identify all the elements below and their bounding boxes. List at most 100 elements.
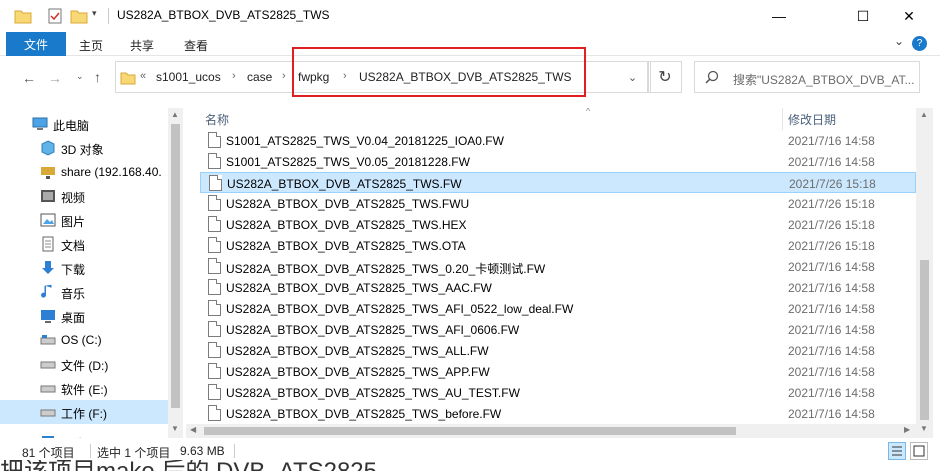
nav-scrollbar[interactable]: ▲ ▼ [168,108,183,438]
file-name: US282A_BTBOX_DVB_ATS2825_TWS_ALL.FW [226,344,489,358]
drive-icon [40,361,56,369]
breadcrumb-s1001-ucos[interactable]: s1001_ucos [156,70,221,84]
file-name: US282A_BTBOX_DVB_ATS2825_TWS.OTA [226,239,466,253]
file-row[interactable]: US282A_BTBOX_DVB_ATS2825_TWS_ALL.FW 2021/… [200,340,916,361]
tab-file[interactable]: 文件 [6,32,66,56]
overflow-chevron-icon[interactable]: « [140,70,146,82]
tab-home[interactable]: 主页 [79,37,103,54]
sidebar-item-label: 图片 [61,215,86,229]
file-row[interactable]: US282A_BTBOX_DVB_ATS2825_TWS.FW 2021/7/26… [200,172,916,193]
sidebar-item-this-pc[interactable]: 此电脑 [0,112,168,136]
column-header-row: ^ 名称 修改日期 [186,108,916,130]
sidebar-item-documents[interactable]: 文档 [0,232,168,256]
sidebar-item-pictures[interactable]: 图片 [0,208,168,232]
file-list-scrollbar-thumb[interactable] [920,260,929,420]
scroll-left-icon[interactable]: ◀ [190,425,196,434]
sidebar-item-label: 音乐 [61,287,86,301]
customize-toolbar-chevron-icon[interactable]: ▾ [92,8,97,26]
file-name: US282A_BTBOX_DVB_ATS2825_TWS.HEX [226,218,467,232]
file-modified-date: 2021/7/16 14:58 [788,365,875,379]
sidebar-item-label: 文档 [61,239,86,253]
file-row[interactable]: US282A_BTBOX_DVB_ATS2825_TWS_AFI_0522_lo… [200,298,916,319]
sidebar-item-3d-objects[interactable]: 3D 对象 [0,136,168,160]
file-row[interactable]: S1001_ATS2825_TWS_V0.05_20181228.FW 2021/… [200,151,916,172]
column-header-name[interactable]: 名称 [205,111,229,128]
column-divider[interactable] [782,108,783,130]
file-row[interactable]: S1001_ATS2825_TWS_V0.04_20181225_IOA0.FW… [200,130,916,151]
breadcrumb-separator[interactable]: › [282,70,286,82]
file-modified-date: 2021/7/16 14:58 [788,260,875,274]
file-row[interactable]: US282A_BTBOX_DVB_ATS2825_TWS_before.FW 20… [200,403,916,424]
status-bar: 81 个项目 选中 1 个项目 9.63 MB [0,440,940,462]
file-row[interactable]: US282A_BTBOX_DVB_ATS2825_TWS_AU_TEST.FW 2… [200,382,916,403]
file-row[interactable]: US282A_BTBOX_DVB_ATS2825_TWS.OTA 2021/7/2… [200,235,916,256]
sidebar-item-drive-f[interactable]: 工作 (F:) [0,400,168,424]
file-row[interactable]: US282A_BTBOX_DVB_ATS2825_TWS_AAC.FW 2021/… [200,277,916,298]
selection-count: 选中 1 个项目 [97,446,171,460]
file-modified-date: 2021/7/16 14:58 [788,281,875,295]
breadcrumb-separator[interactable]: › [232,70,236,82]
sidebar-item-drive-d[interactable]: 文件 (D:) [0,352,168,376]
file-row[interactable]: US282A_BTBOX_DVB_ATS2825_TWS.FWU 2021/7/2… [200,193,916,214]
close-button[interactable]: ✕ [886,0,932,32]
sidebar-item-label: 视频 [61,191,86,205]
breadcrumb-case[interactable]: case [247,70,272,84]
file-modified-date: 2021/7/26 15:18 [788,218,875,232]
file-name: US282A_BTBOX_DVB_ATS2825_TWS_AFI_0522_lo… [226,302,574,316]
scroll-down-icon[interactable]: ▼ [920,424,928,433]
annotation-box-address [292,47,586,97]
title-separator [108,8,109,24]
file-row[interactable]: US282A_BTBOX_DVB_ATS2825_TWS_APP.FW 2021/… [200,361,916,382]
file-icon [208,405,221,421]
expand-ribbon-icon[interactable]: ⌄ [894,34,904,48]
up-arrow-icon[interactable]: ↑ [94,69,101,85]
file-row[interactable]: US282A_BTBOX_DVB_ATS2825_TWS.HEX 2021/7/2… [200,214,916,235]
forward-arrow-icon[interactable]: → [48,70,62,86]
file-modified-date: 2021/7/16 14:58 [788,344,875,358]
file-list-scrollbar[interactable]: ▲ ▼ [916,108,933,438]
sidebar-item-downloads[interactable]: 下载 [0,256,168,280]
sidebar-item-music[interactable]: 音乐 [0,280,168,304]
folder-icon [120,72,136,85]
scroll-right-icon[interactable]: ▶ [904,425,910,434]
minimize-button[interactable]: — [756,0,802,32]
sidebar-item-network[interactable]: 网络 [0,430,168,438]
file-name: US282A_BTBOX_DVB_ATS2825_TWS.FW [227,177,462,191]
file-name: US282A_BTBOX_DVB_ATS2825_TWS_0.20_卡顿测试.F… [226,262,546,276]
scroll-up-icon[interactable]: ▲ [920,110,928,119]
back-arrow-icon[interactable]: ← [22,70,36,86]
sidebar-item-label: OS (C:) [61,333,102,347]
sidebar-item-desktop[interactable]: 桌面 [0,304,168,328]
horizontal-scrollbar-thumb[interactable] [204,427,736,435]
sidebar-item-os-c[interactable]: OS (C:) [0,328,168,352]
scroll-up-icon[interactable]: ▲ [171,110,179,119]
horizontal-scrollbar[interactable]: ◀ ▶ [186,424,916,438]
tab-view[interactable]: 查看 [184,37,208,54]
file-modified-date: 2021/7/16 14:58 [788,302,875,316]
sidebar-item-drive-e[interactable]: 软件 (E:) [0,376,168,400]
large-icons-view-button[interactable] [910,442,928,460]
refresh-button[interactable]: ↻ [648,61,682,93]
address-history-dropdown[interactable]: ⌄ [618,61,648,93]
file-modified-date: 2021/7/26 15:18 [788,239,875,253]
file-modified-date: 2021/7/16 14:58 [788,407,875,421]
details-view-button[interactable] [888,442,906,460]
column-header-date[interactable]: 修改日期 [788,111,836,128]
scroll-down-icon[interactable]: ▼ [171,424,179,433]
documents-icon [42,236,54,252]
sidebar-item-videos[interactable]: 视频 [0,184,168,208]
new-folder-icon[interactable] [70,7,88,25]
file-row[interactable]: US282A_BTBOX_DVB_ATS2825_TWS_AFI_0606.FW… [200,319,916,340]
help-icon[interactable]: ? [912,36,927,51]
nav-scrollbar-thumb[interactable] [171,124,180,408]
status-separator [234,444,235,458]
file-row[interactable]: US282A_BTBOX_DVB_ATS2825_TWS_0.20_卡顿测试.F… [200,256,916,277]
recent-locations-chevron-icon[interactable]: ⌄ [76,71,84,82]
download-icon [42,261,54,274]
maximize-button[interactable]: ☐ [840,0,886,32]
search-box[interactable]: 搜索"US282A_BTBOX_DVB_AT... [694,61,920,93]
tab-share[interactable]: 共享 [130,37,154,54]
search-placeholder: 搜索"US282A_BTBOX_DVB_AT... [733,73,915,87]
properties-icon[interactable] [46,7,64,25]
sidebar-item-share[interactable]: share (192.168.40. [0,160,168,184]
